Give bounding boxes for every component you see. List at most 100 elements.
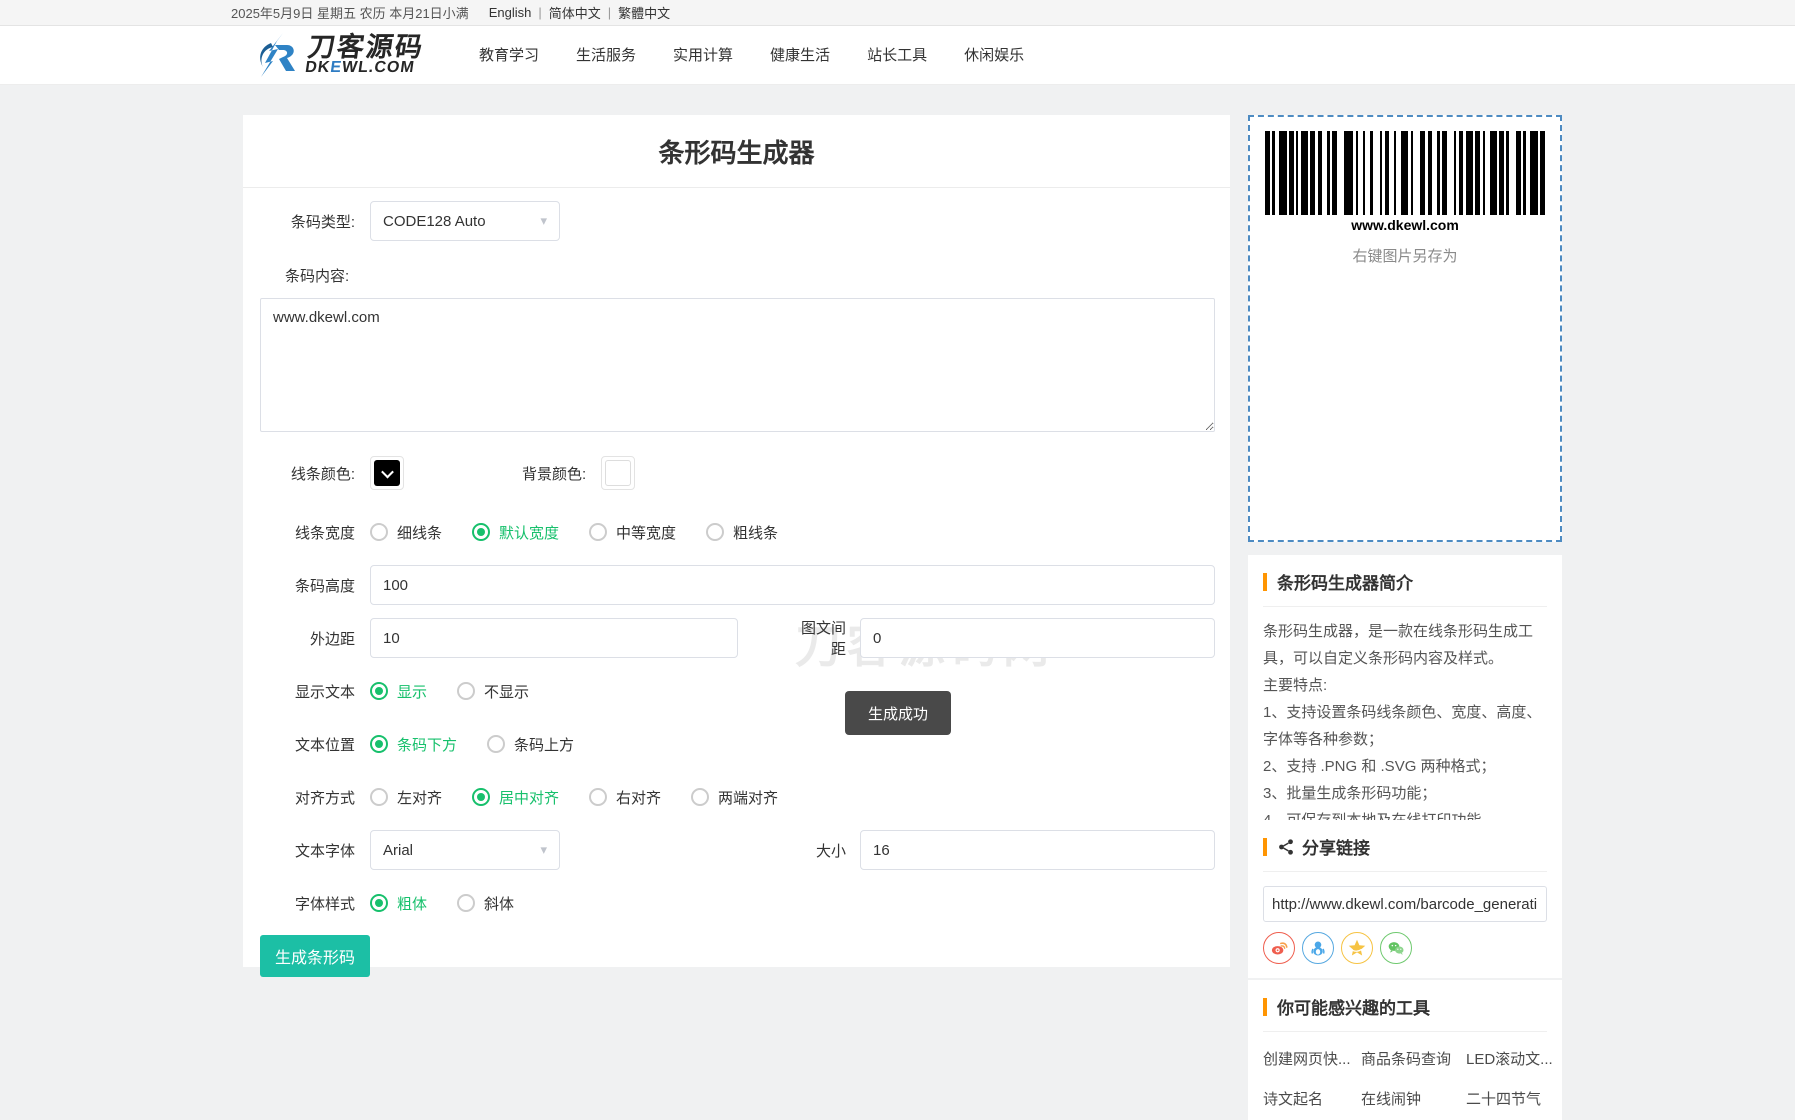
intro-panel: 条形码生成器简介 条形码生成器，是一款在线条形码生成工具，可以自定义条形码内容及… [1248,555,1562,848]
radio-text-above[interactable]: 条码上方 [487,734,574,755]
chevron-down-icon: ▾ [540,213,547,229]
chevron-down-icon: ▾ [540,842,547,858]
site-header: 刀客源码 DKEWL.COM 教育学习 生活服务 实用计算 健康生活 站长工具 … [0,26,1795,85]
nav-item-life[interactable]: 生活服务 [558,26,654,85]
font-row: 文本字体 Arial ▾ 大小 [243,830,1230,870]
share-url-input[interactable] [1263,886,1547,922]
tools-panel-title: 你可能感兴趣的工具 [1263,994,1547,1032]
line-width-label: 线条宽度 [260,522,355,543]
text-gap-input[interactable] [860,618,1215,658]
intro-text: 条形码生成器，是一款在线条形码生成工具，可以自定义条形码内容及样式。 主要特点:… [1263,618,1547,834]
line-width-row: 线条宽度 细线条 默认宽度 中等宽度 粗线条 [243,512,1230,552]
radio-icon [589,788,607,806]
font-style-label: 字体样式 [260,893,355,914]
content-textarea[interactable]: www.dkewl.com [260,298,1215,432]
generate-barcode-button[interactable]: 生成条形码 [260,935,370,977]
logo-title: 刀客源码 [306,34,426,60]
radio-show-text-yes[interactable]: 显示 [370,681,427,702]
site-logo[interactable]: 刀客源码 DKEWL.COM [253,31,423,79]
radio-label: 斜体 [484,893,514,914]
intro-paragraph: 主要特点: [1263,672,1547,699]
share-panel-title: 分享链接 [1263,834,1547,872]
qq-icon[interactable] [1302,932,1334,964]
barcode-preview-panel: www.dkewl.com 右键图片另存为 [1248,115,1562,542]
radio-label: 条码上方 [514,734,574,755]
radio-text-below[interactable]: 条码下方 [370,734,457,755]
radio-label: 不显示 [484,681,529,702]
bg-color-label: 背景颜色: [522,463,586,484]
tools-grid: 创建网页快... 商品条码查询 LED滚动文... 诗文起名 在线闹钟 二十四节… [1263,1048,1547,1120]
interesting-tools-panel: 你可能感兴趣的工具 创建网页快... 商品条码查询 LED滚动文... 诗文起名… [1248,980,1562,1120]
logo-text: 刀客源码 DKEWL.COM [304,34,426,76]
barcode-height-row: 条码高度 [243,565,1230,605]
lang-separator: | [538,5,541,20]
intro-paragraph: 条形码生成器，是一款在线条形码生成工具，可以自定义条形码内容及样式。 [1263,618,1547,672]
share-title-text: 分享链接 [1302,834,1370,859]
intro-paragraph: 1、支持设置条码线条颜色、宽度、高度、字体等各种参数； [1263,699,1547,753]
radio-label: 显示 [397,681,427,702]
barcode-image[interactable] [1265,131,1545,215]
radio-line-width-default[interactable]: 默认宽度 [472,522,559,543]
lang-simplified-chinese[interactable]: 简体中文 [549,3,601,22]
nav-item-entertainment[interactable]: 休闲娱乐 [946,26,1042,85]
radio-icon [370,894,388,912]
radio-label: 粗体 [397,893,427,914]
wechat-icon[interactable] [1380,932,1412,964]
radio-label: 默认宽度 [499,522,559,543]
logo-domain-pre: DK [304,59,331,76]
tool-link[interactable]: 诗文起名 [1263,1088,1361,1109]
share-panel: 分享链接 [1248,820,1562,978]
date-text: 2025年5月9日 星期五 农历 本月21日小满 [231,3,469,22]
margin-input[interactable] [370,618,738,658]
lang-separator: | [608,5,611,20]
align-row: 对齐方式 左对齐 居中对齐 右对齐 两端对齐 [243,777,1230,817]
line-color-picker[interactable] [370,456,404,490]
tool-link[interactable]: 创建网页快... [1263,1048,1361,1069]
radio-align-center[interactable]: 居中对齐 [472,787,559,808]
nav-item-webmaster[interactable]: 站长工具 [849,26,945,85]
radio-align-left[interactable]: 左对齐 [370,787,442,808]
main-nav: 教育学习 生活服务 实用计算 健康生活 站长工具 休闲娱乐 [461,26,1043,85]
line-color-swatch [374,460,400,486]
nav-item-health[interactable]: 健康生活 [752,26,848,85]
nav-item-calc[interactable]: 实用计算 [655,26,751,85]
font-size-label: 大小 [790,840,846,861]
content-label: 条码内容: [243,265,1230,286]
radio-icon [457,682,475,700]
qzone-icon[interactable] [1341,932,1373,964]
tool-link[interactable]: 二十四节气 [1466,1088,1554,1109]
radio-bold[interactable]: 粗体 [370,893,427,914]
radio-show-text-no[interactable]: 不显示 [457,681,529,702]
radio-icon [370,788,388,806]
font-value: Arial [383,842,413,859]
radio-line-width-thick[interactable]: 粗线条 [706,522,778,543]
save-hint-text: 右键图片另存为 [1250,245,1560,266]
margin-row: 外边距 图文间距 [243,618,1230,658]
radio-line-width-thin[interactable]: 细线条 [370,522,442,543]
radio-italic[interactable]: 斜体 [457,893,514,914]
barcode-height-input[interactable] [370,565,1215,605]
margin-label: 外边距 [260,628,355,649]
tool-link[interactable]: LED滚动文... [1466,1048,1554,1069]
bg-color-picker[interactable] [601,456,635,490]
top-bar: 2025年5月9日 星期五 农历 本月21日小满 English | 简体中文 … [0,0,1795,26]
barcode-type-select[interactable]: CODE128 Auto ▾ [370,201,560,241]
weibo-icon[interactable] [1263,932,1295,964]
nav-item-education[interactable]: 教育学习 [461,26,557,85]
radio-align-right[interactable]: 右对齐 [589,787,661,808]
radio-icon [589,523,607,541]
line-color-label: 线条颜色: [260,463,355,484]
lang-english[interactable]: English [489,5,532,20]
font-size-input[interactable] [860,830,1215,870]
intro-paragraph: 3、批量生成条形码功能； [1263,780,1547,807]
font-select[interactable]: Arial ▾ [370,830,560,870]
radio-line-width-medium[interactable]: 中等宽度 [589,522,676,543]
radio-label: 粗线条 [733,522,778,543]
lang-traditional-chinese[interactable]: 繁體中文 [618,3,670,22]
tool-link[interactable]: 商品条码查询 [1361,1048,1466,1069]
radio-align-justify[interactable]: 两端对齐 [691,787,778,808]
chevron-down-icon [381,465,394,478]
logo-domain-post: WL.COM [341,59,416,76]
share-icon [1277,838,1295,856]
tool-link[interactable]: 在线闹钟 [1361,1088,1466,1109]
